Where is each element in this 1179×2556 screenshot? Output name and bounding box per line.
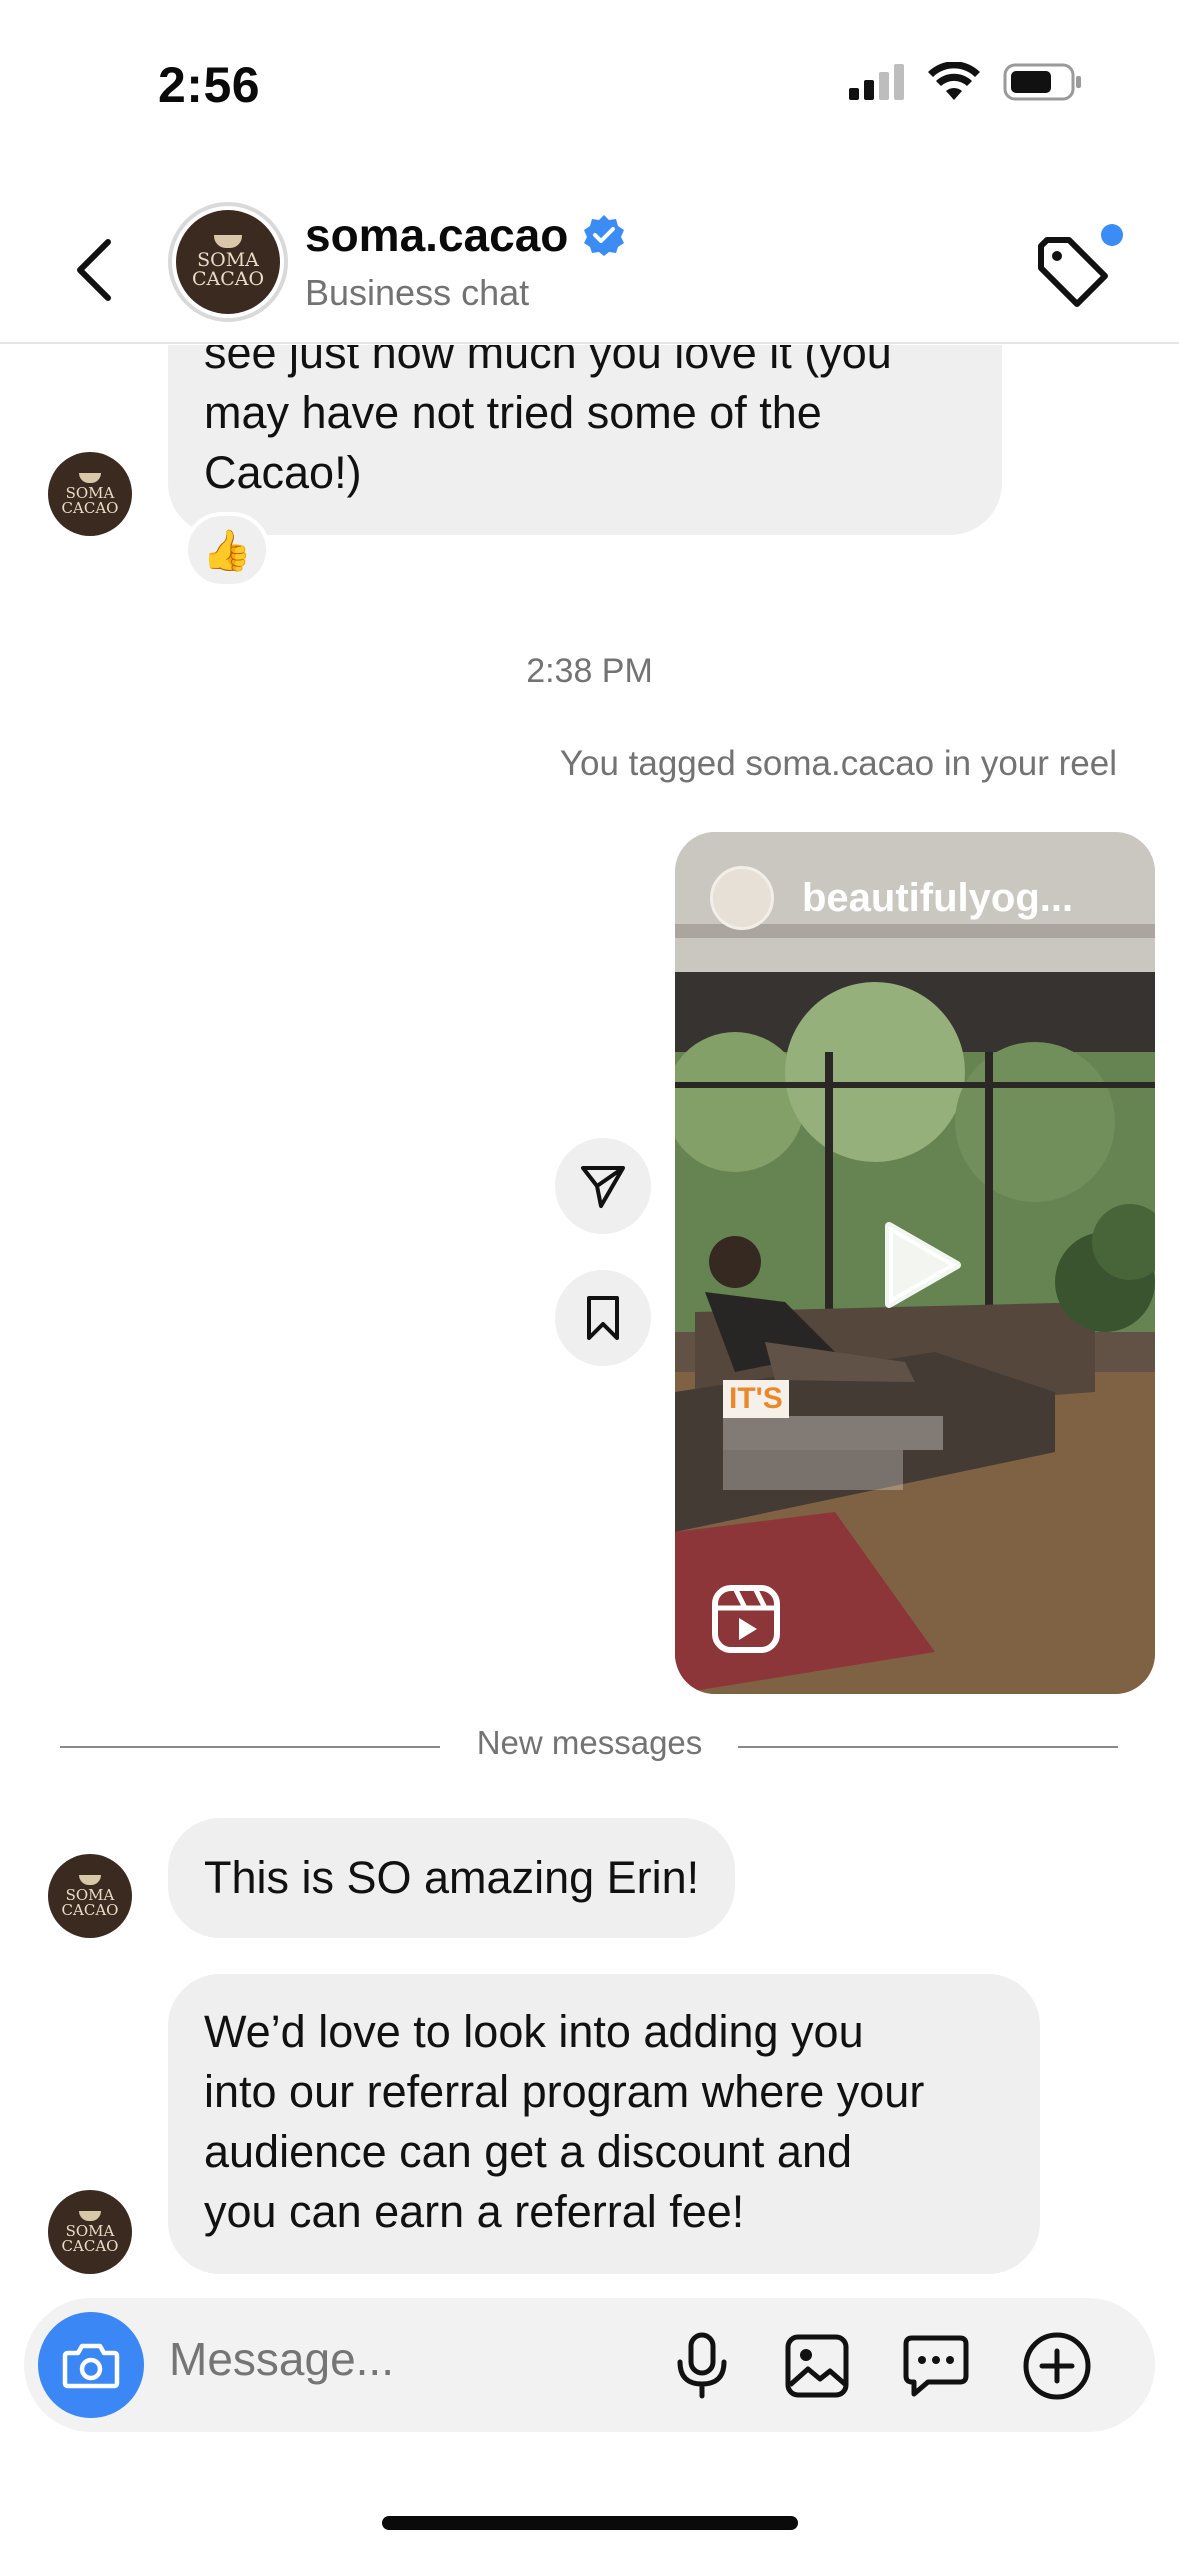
home-indicator[interactable] <box>382 2516 798 2530</box>
message-text: This is SO amazing Erin! <box>204 1852 700 1903</box>
camera-icon <box>62 2343 120 2389</box>
message-line: you can earn a referral fee! <box>204 2186 745 2237</box>
chat-header: SOMA CACAO soma.cacao Business chat <box>0 190 1179 344</box>
signal-icon <box>849 64 904 100</box>
message-input[interactable] <box>169 2332 529 2386</box>
reaction-badge[interactable]: 👍 <box>184 512 270 588</box>
gallery-button[interactable] <box>779 2328 855 2404</box>
reel-author-name: beautifulyog... <box>802 875 1074 920</box>
voice-message-button[interactable] <box>664 2328 740 2404</box>
message-line: see just how much you love it (you <box>204 345 892 378</box>
sender-avatar[interactable]: SOMA CACAO <box>48 1854 132 1938</box>
image-icon <box>785 2334 849 2398</box>
sender-avatar[interactable]: SOMA CACAO <box>48 452 132 536</box>
reel-card[interactable]: beautifulyog... IT'S <box>675 832 1155 1694</box>
reel-caption-bar <box>723 1416 943 1450</box>
send-icon <box>581 1166 625 1208</box>
message-timestamp: 2:38 PM <box>526 652 653 690</box>
soma-cacao-logo: SOMA CACAO <box>48 1854 132 1938</box>
reel-caption-bar <box>723 1450 903 1490</box>
reel-overlay-text: IT'S <box>723 1380 789 1418</box>
camera-button[interactable] <box>38 2312 144 2418</box>
tag-notice: You tagged soma.cacao in your reel <box>559 744 1117 783</box>
chat-type-label: Business chat <box>305 272 530 313</box>
play-icon[interactable] <box>875 1220 965 1310</box>
verified-badge-icon <box>584 215 625 256</box>
status-icons <box>849 62 1083 102</box>
message-composer <box>24 2298 1155 2432</box>
sender-avatar[interactable]: SOMA CACAO <box>48 2190 132 2274</box>
soma-cacao-logo: SOMA CACAO <box>48 452 132 536</box>
chat-bubble-icon <box>903 2335 969 2397</box>
header-avatar[interactable]: SOMA CACAO <box>168 202 288 322</box>
reel-author-avatar <box>710 866 774 930</box>
message-line: Cacao!) <box>204 447 362 498</box>
message-line: may have not tried some of the <box>204 387 822 438</box>
contact-name: soma.cacao <box>305 209 569 261</box>
quick-replies-button[interactable] <box>898 2328 974 2404</box>
message-bubble[interactable]: This is SO amazing Erin! <box>168 1818 736 1938</box>
notification-dot <box>1101 224 1123 246</box>
more-options-button[interactable] <box>1019 2328 1095 2404</box>
tag-icon <box>1038 237 1108 307</box>
message-line: We’d love to look into adding you <box>204 2006 864 2057</box>
share-button[interactable] <box>555 1138 651 1234</box>
message-line: audience can get a discount and <box>204 2126 852 2177</box>
message-bubble[interactable]: see just how much you love it (you may h… <box>168 345 1002 535</box>
chevron-left-icon <box>77 239 111 301</box>
new-messages-divider: New messages <box>476 1724 703 1761</box>
header-name-row[interactable]: soma.cacao <box>305 208 626 262</box>
bookmark-icon <box>587 1296 619 1340</box>
plus-circle-icon <box>1023 2332 1091 2400</box>
back-button[interactable] <box>64 230 124 310</box>
soma-cacao-logo: SOMA CACAO <box>48 2190 132 2274</box>
soma-cacao-logo: SOMA CACAO <box>176 210 280 314</box>
battery-icon <box>1003 63 1081 101</box>
message-bubble[interactable]: We’d love to look into adding you into o… <box>168 1974 1040 2274</box>
reel-author[interactable]: beautifulyog... <box>710 866 1073 930</box>
wifi-icon <box>928 62 980 100</box>
microphone-icon <box>677 2332 727 2399</box>
status-time: 2:56 <box>158 57 261 113</box>
save-button[interactable] <box>555 1270 651 1366</box>
reels-icon <box>712 1585 780 1653</box>
message-line: into our referral program where your <box>204 2066 925 2117</box>
tag-button[interactable] <box>1033 224 1123 314</box>
